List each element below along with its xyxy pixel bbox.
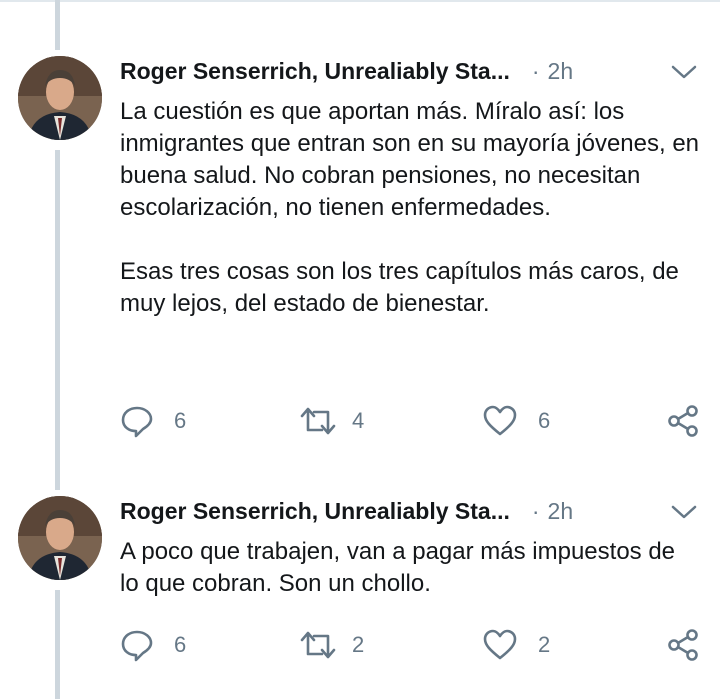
chevron-down-icon[interactable]: [668, 60, 700, 84]
author-name[interactable]: Roger Senserrich, Unrealiably Sta...: [120, 498, 510, 525]
separator-dot: ·: [531, 57, 540, 84]
reply-count: 6: [174, 408, 187, 433]
thread-line-top: [55, 0, 60, 50]
tweet[interactable]: Roger Senserrich, Unrealiably Sta... · 2…: [0, 56, 720, 456]
reply-button[interactable]: 6: [120, 404, 186, 438]
top-divider: [0, 0, 720, 2]
chevron-down-icon[interactable]: [668, 500, 700, 524]
author-name[interactable]: Roger Senserrich, Unrealiably Sta...: [120, 58, 510, 85]
like-button[interactable]: 6: [482, 404, 550, 438]
retweet-button[interactable]: 2: [298, 628, 364, 662]
share-icon: [668, 405, 698, 437]
avatar-image: [18, 56, 102, 140]
like-count: 6: [538, 408, 551, 433]
share-icon: [668, 629, 698, 661]
retweet-icon: [300, 631, 336, 659]
share-button[interactable]: [666, 404, 700, 438]
tweet-header: Roger Senserrich, Unrealiably Sta... · 2…: [120, 56, 700, 86]
tweet-paragraph: A poco que trabajen, van a pagar más imp…: [120, 538, 676, 597]
like-count: 2: [538, 632, 551, 657]
retweet-button[interactable]: 4: [298, 404, 364, 438]
retweet-count: 2: [352, 632, 365, 657]
retweet-count: 4: [352, 408, 365, 433]
tweet-text: La cuestión es que aportan más. Míralo a…: [120, 96, 700, 320]
separator-dot: ·: [531, 497, 540, 524]
tweet-text: A poco que trabajen, van a pagar más imp…: [120, 536, 700, 600]
avatar[interactable]: [18, 496, 102, 580]
timestamp[interactable]: 2h: [548, 58, 574, 85]
tweet-actions: 6 2 2: [120, 628, 700, 662]
retweet-icon: [300, 407, 336, 435]
share-button[interactable]: [666, 628, 700, 662]
tweet-paragraph: Esas tres cosas son los tres capítulos m…: [120, 258, 679, 317]
reply-button[interactable]: 6: [120, 628, 186, 662]
tweet[interactable]: Roger Senserrich, Unrealiably Sta... · 2…: [0, 496, 720, 696]
reply-count: 6: [174, 632, 187, 657]
heart-icon: [483, 629, 517, 660]
tweet-actions: 6 4 6: [120, 404, 700, 438]
avatar-image: [18, 496, 102, 580]
tweet-paragraph: La cuestión es que aportan más. Míralo a…: [120, 98, 700, 221]
reply-icon: [121, 630, 153, 662]
heart-icon: [483, 405, 517, 436]
tweet-header: Roger Senserrich, Unrealiably Sta... · 2…: [120, 496, 700, 526]
like-button[interactable]: 2: [482, 628, 550, 662]
avatar[interactable]: [18, 56, 102, 140]
reply-icon: [121, 406, 153, 438]
timestamp[interactable]: 2h: [548, 498, 574, 525]
